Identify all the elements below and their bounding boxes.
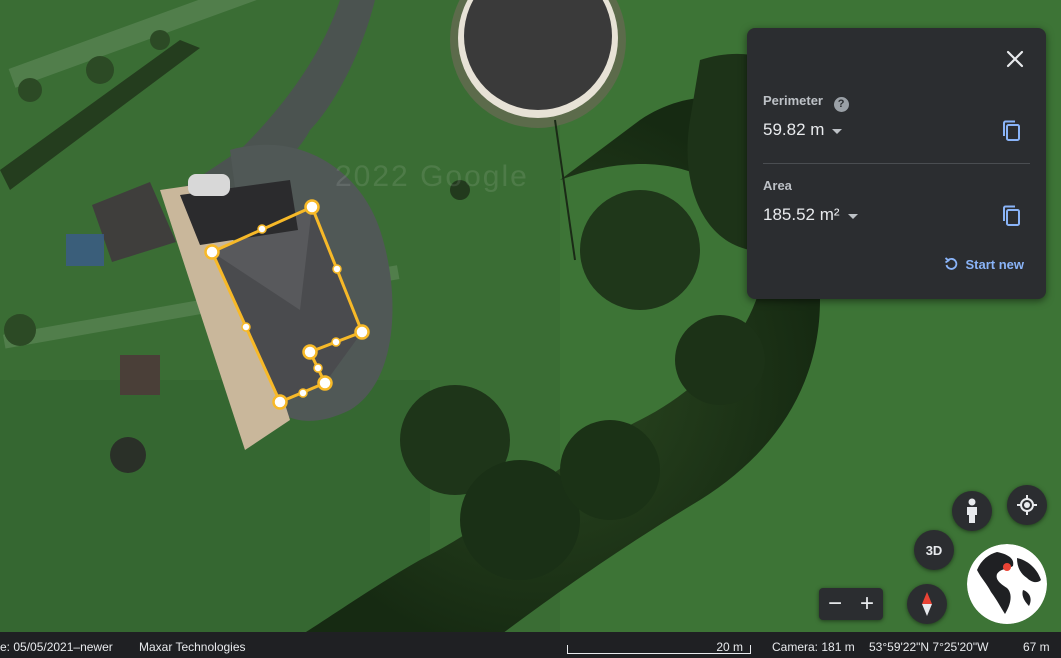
copy-icon[interactable]: [1000, 204, 1022, 228]
cursor-coordinates: 53°59'22"N 7°25'20"W: [869, 640, 989, 654]
camera-altitude: Camera: 181 m: [772, 640, 855, 654]
perimeter-unit-dropdown[interactable]: 59.82 m: [763, 120, 843, 140]
compass-button[interactable]: [907, 584, 947, 624]
copy-icon[interactable]: [1000, 119, 1022, 143]
chevron-down-icon: [847, 213, 858, 219]
zoom-out-button[interactable]: −: [819, 588, 851, 620]
elevation: 67 m: [1023, 640, 1050, 654]
zoom-in-button[interactable]: +: [851, 588, 883, 620]
area-label: Area: [763, 178, 792, 193]
start-new-label: Start new: [965, 256, 1024, 272]
globe-button[interactable]: [967, 544, 1047, 624]
street-view-button[interactable]: [952, 491, 992, 531]
perimeter-value: 59.82 m: [763, 120, 825, 139]
chevron-down-icon: [832, 128, 843, 134]
perimeter-label-row: Perimeter ?: [763, 93, 849, 112]
start-new-button[interactable]: Start new: [943, 256, 1024, 272]
compass-icon: [922, 592, 932, 616]
measure-panel: Perimeter ? 59.82 m Area 185.52 m² Start…: [747, 28, 1046, 299]
imagery-date: e: 05/05/2021–newer: [0, 640, 113, 654]
my-location-button[interactable]: [1007, 485, 1047, 525]
scale-label: 20 m: [716, 640, 743, 654]
pegman-icon: [967, 498, 977, 523]
help-icon[interactable]: ?: [833, 97, 849, 112]
area-value: 185.52 m²: [763, 205, 840, 224]
divider: [763, 163, 1030, 164]
status-bar: e: 05/05/2021–newer Maxar Technologies C…: [0, 632, 1061, 658]
globe-icon: [967, 544, 1047, 624]
scale-bar[interactable]: 20 m: [567, 632, 751, 656]
toggle-3d-button[interactable]: 3D: [914, 530, 954, 570]
zoom-controls: − +: [819, 588, 883, 620]
refresh-icon: [945, 257, 958, 270]
area-unit-dropdown[interactable]: 185.52 m²: [763, 205, 858, 225]
map-watermark: 2022 Google: [335, 160, 529, 193]
perimeter-label: Perimeter: [763, 93, 823, 108]
my-location-icon: [1017, 495, 1037, 515]
imagery-provider: Maxar Technologies: [139, 640, 246, 654]
close-icon[interactable]: [1002, 46, 1028, 72]
